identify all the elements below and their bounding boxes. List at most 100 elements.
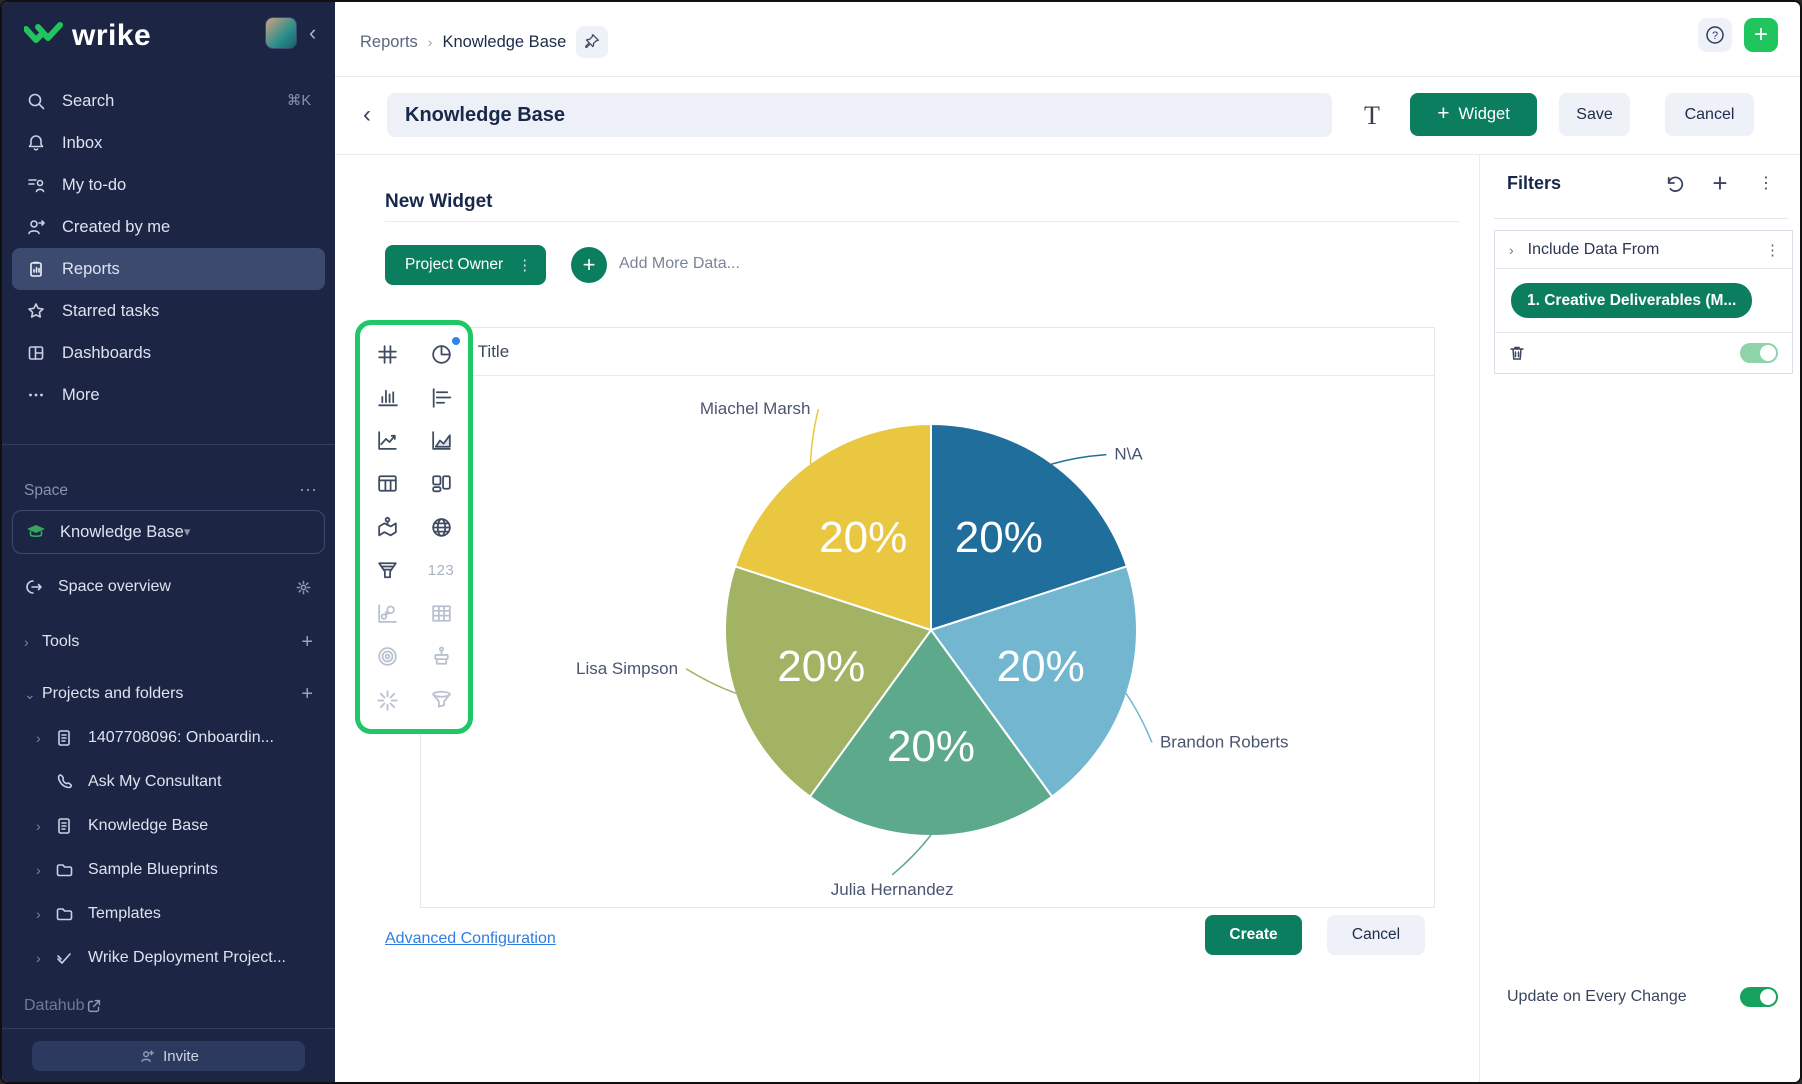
chart-type-map[interactable] [367,507,407,547]
sidebar-item-reports[interactable]: Reports [12,248,325,290]
gear-icon[interactable] [294,578,313,597]
sidebar-item-datahub[interactable]: Datahub [24,997,317,1015]
report-clipboard-icon [26,259,46,279]
numeric-widget-icon: 123 [428,562,455,579]
chart-type-grid[interactable] [367,334,407,374]
cancel-button[interactable]: Cancel [1665,93,1754,136]
folder-icon [54,860,74,880]
chart-type-rings[interactable] [367,637,407,677]
create-button[interactable]: Create [1205,915,1302,955]
chart-type-sunburst[interactable] [367,680,407,720]
chart-type-pivot[interactable] [421,594,461,634]
pie-category-label: Brandon Roberts [1160,733,1289,752]
sidebar-item-dashboards[interactable]: Dashboards [12,332,325,374]
add-tool-icon[interactable]: + [301,631,313,654]
invite-button[interactable]: Invite [32,1041,305,1071]
update-on-change-toggle[interactable] [1740,987,1778,1007]
sidebar: wrike ‹ Search ⌘K Inbox My to-do Created… [2,2,335,1082]
add-filter-icon[interactable]: + [1708,171,1732,195]
sidebar-item-search[interactable]: Search ⌘K [12,80,325,122]
sidebar-item-templates[interactable]: › Templates [12,894,325,934]
chart-type-area[interactable] [421,421,461,461]
chart-type-column[interactable] [367,377,407,417]
chart-type-milestone[interactable] [421,637,461,677]
chart-type-funnel-3d[interactable] [421,680,461,720]
source-pill[interactable]: 1. Creative Deliverables (M... [1511,283,1752,318]
workspace-logo[interactable]: wrike ‹ [24,16,323,56]
kebab-icon: ⋮ [517,256,532,274]
chart-type-line[interactable] [367,421,407,461]
report-title-input[interactable] [387,93,1332,137]
chart-type-table[interactable] [367,464,407,504]
sidebar-item-my-todo[interactable]: My to-do [12,164,325,206]
svg-text:?: ? [1712,30,1718,42]
sidebar-item-tools[interactable]: › Tools + [12,622,325,662]
advanced-configuration-link[interactable]: Advanced Configuration [385,930,556,948]
pin-button[interactable] [576,26,608,58]
collapse-sidebar-icon[interactable]: ‹ [309,20,316,46]
source-enabled-toggle[interactable] [1740,343,1778,363]
sidebar-item-ask-my-consultant[interactable]: Ask My Consultant [12,762,325,802]
sidebar-item-onboarding[interactable]: › 1407708096: Onboardin... [12,718,325,758]
breadcrumb: Reports › Knowledge Base [360,26,608,58]
sidebar-item-inbox[interactable]: Inbox [12,122,325,164]
breadcrumb-reports[interactable]: Reports [360,33,418,52]
help-button[interactable]: ? [1698,18,1732,52]
chevron-down-icon: ⌄ [24,686,42,703]
data-source-button[interactable]: Project Owner ⋮ [385,245,546,285]
chevron-right-icon: › [36,730,54,746]
chart-type-funnel[interactable] [367,550,407,590]
chart-type-number[interactable]: 123 [421,550,461,590]
pie-value-label: 20% [819,513,907,562]
wrike-logo-icon [24,21,64,51]
pivot-table-icon [429,601,454,626]
include-data-header[interactable]: › Include Data From ⋮ [1495,231,1792,269]
document-icon [54,816,74,836]
add-project-icon[interactable]: + [301,683,313,706]
chart-type-bar[interactable] [421,377,461,417]
sidebar-item-created-by-me[interactable]: Created by me [12,206,325,248]
pie-value-label: 20% [955,513,1043,562]
chart-type-board[interactable] [421,464,461,504]
folder-icon [54,904,74,924]
sidebar-item-wrike-deployment[interactable]: › Wrike Deployment Project... [12,938,325,978]
filters-heading: Filters [1507,173,1561,194]
sidebar-nav: Search ⌘K Inbox My to-do Created by me R… [12,80,325,416]
space-selector[interactable]: Knowledge Base ▾ [12,510,325,554]
include-menu-icon[interactable]: ⋮ [1765,241,1780,259]
trash-icon[interactable] [1507,343,1527,363]
add-widget-button[interactable]: + Widget [1410,93,1537,136]
search-icon [26,91,46,111]
plus-icon: + [583,252,596,278]
chevron-right-icon: › [36,818,54,834]
chart-type-globe[interactable] [421,507,461,547]
pie-category-label: Miachel Marsh [700,399,811,418]
chevron-right-icon: › [36,950,54,966]
save-button[interactable]: Save [1559,93,1630,136]
map-icon [375,515,400,540]
add-more-data-label[interactable]: Add More Data... [619,255,740,273]
text-widget-button[interactable]: T [1355,99,1389,133]
sidebar-item-space-overview[interactable]: Space overview [12,567,325,607]
global-add-button[interactable]: + [1744,18,1778,52]
chart-type-pie[interactable] [421,334,461,374]
space-options-icon[interactable]: ⋯ [299,480,317,501]
sidebar-item-knowledge-base[interactable]: › Knowledge Base [12,806,325,846]
chart-type-bubble[interactable] [367,594,407,634]
avatar[interactable] [265,17,297,49]
podium-icon [429,644,454,669]
widget-editor: New Widget Project Owner ⋮ + Add More Da… [335,155,1479,1082]
external-link-icon [85,997,103,1015]
reset-filters-icon[interactable] [1662,171,1686,195]
filters-menu-icon[interactable]: ⋮ [1754,171,1778,195]
pie-chart[interactable]: 20%N\A20%Brandon Roberts20%Julia Hernand… [421,375,1434,907]
sidebar-item-projects-folders[interactable]: ⌄ Projects and folders + [12,674,325,714]
create-cancel-button[interactable]: Cancel [1327,915,1425,955]
sidebar-item-starred-tasks[interactable]: Starred tasks [12,290,325,332]
chevron-right-icon: › [36,906,54,922]
sidebar-item-sample-blueprints[interactable]: › Sample Blueprints [12,850,325,890]
back-button[interactable]: ‹ [363,101,371,129]
sidebar-item-more[interactable]: More [12,374,325,416]
chart-type-picker: 123 [355,320,473,734]
add-data-button[interactable]: + [571,247,607,283]
